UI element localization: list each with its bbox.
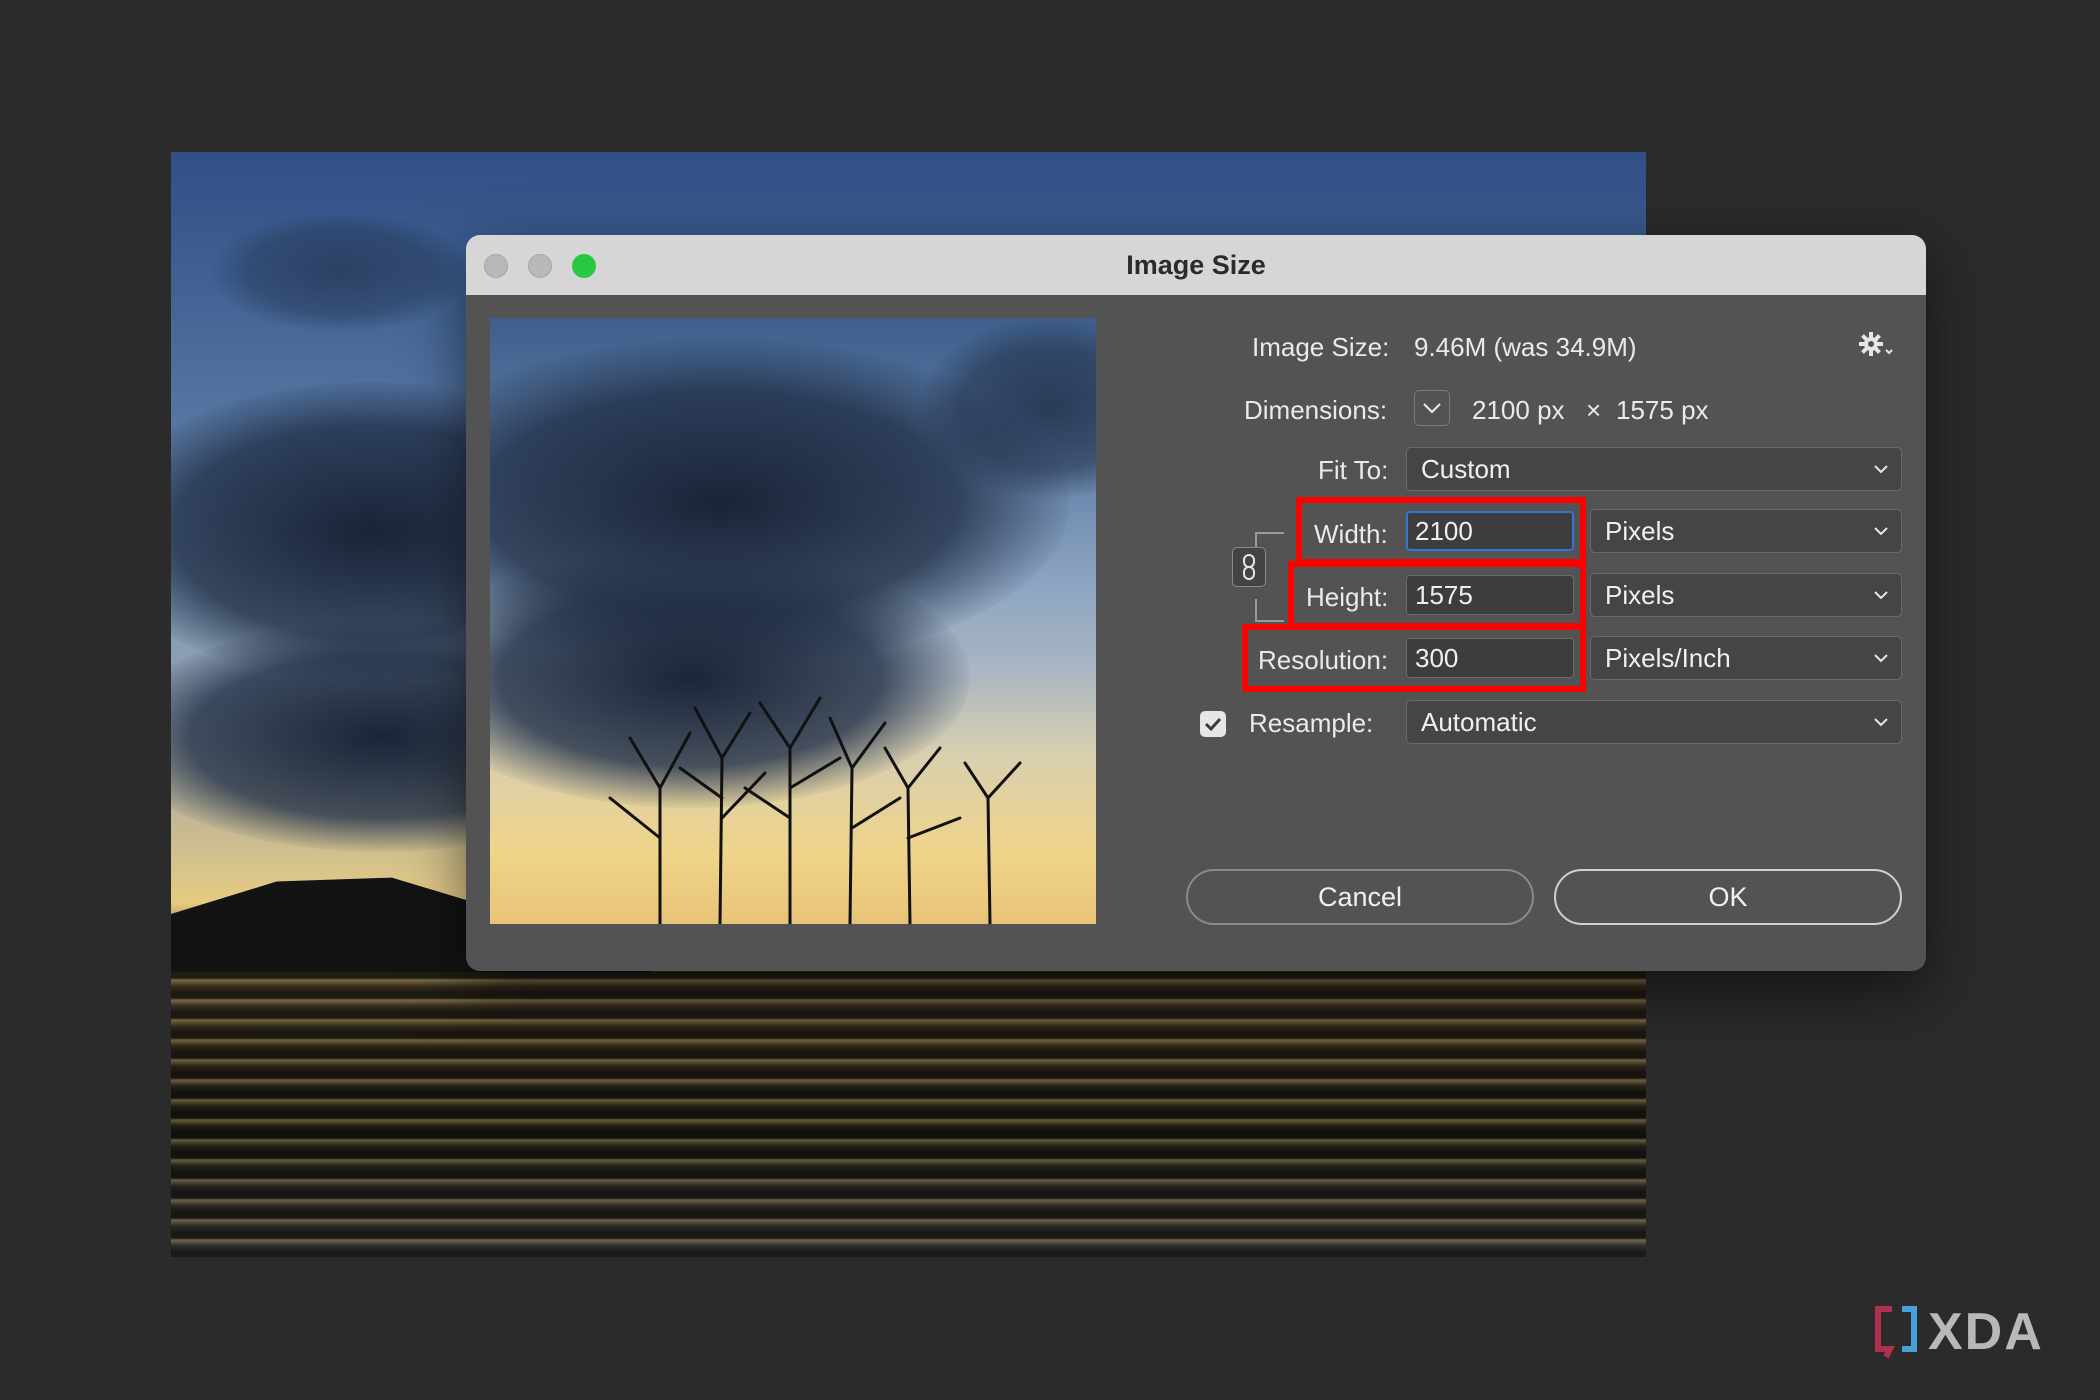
chevron-down-icon [1874, 654, 1888, 663]
resample-value: Automatic [1421, 707, 1537, 737]
close-window-button[interactable] [484, 254, 508, 278]
chevron-down-icon [1874, 465, 1888, 474]
chevron-down-icon [1423, 403, 1441, 414]
gear-icon[interactable] [1858, 331, 1894, 366]
resolution-unit-select[interactable]: Pixels/Inch [1590, 636, 1902, 680]
minimize-window-button[interactable] [528, 254, 552, 278]
image-size-label: Image Size: [1252, 332, 1390, 362]
height-unit-select[interactable]: Pixels [1590, 573, 1902, 617]
width-unit-value: Pixels [1605, 516, 1675, 546]
chevron-down-icon [1874, 591, 1888, 600]
dimensions-times: × [1586, 395, 1602, 425]
image-size-value: 9.46M (was 34.9M) [1414, 332, 1637, 362]
height-highlight-box [1288, 561, 1586, 629]
width-highlight-box [1296, 497, 1586, 565]
chevron-down-icon [1874, 718, 1888, 727]
dimensions-label: Dimensions: [1244, 395, 1388, 425]
image-size-dialog: Image Size Image Size: 9.46M (was 34.9M) [466, 235, 1926, 971]
resample-checkbox[interactable] [1200, 711, 1226, 737]
cancel-button[interactable]: Cancel [1186, 869, 1534, 925]
dimensions-height: 1575 px [1616, 395, 1709, 425]
dialog-title: Image Size [1126, 249, 1266, 280]
cloud [211, 212, 471, 332]
tree-silhouettes [608, 696, 1022, 924]
xda-wordmark: XDA [1928, 1303, 2044, 1361]
width-unit-select[interactable]: Pixels [1590, 509, 1902, 553]
xda-logo: XDA [1872, 1302, 2044, 1362]
fit-to-label: Fit To: [1318, 455, 1389, 485]
dimensions-width: 2100 px [1472, 395, 1565, 425]
resample-select[interactable]: Automatic [1406, 700, 1902, 744]
fit-to-select[interactable]: Custom [1406, 447, 1902, 491]
chain-link-icon[interactable] [1232, 547, 1266, 587]
checkmark-icon [1204, 717, 1222, 732]
resolution-highlight-box [1242, 624, 1586, 692]
resample-label: Resample: [1249, 708, 1374, 738]
lake-water [171, 972, 1646, 1257]
image-preview[interactable] [490, 318, 1096, 924]
title-bar: Image Size [466, 235, 1926, 295]
zoom-window-button[interactable] [572, 254, 596, 278]
dimensions-units-dropdown[interactable] [1414, 390, 1450, 426]
xda-bracket-icon [1875, 1306, 1917, 1359]
ok-button[interactable]: OK [1554, 869, 1902, 925]
chevron-down-icon [1874, 527, 1888, 536]
height-unit-value: Pixels [1605, 580, 1675, 610]
resolution-unit-value: Pixels/Inch [1605, 643, 1731, 673]
fit-to-value: Custom [1421, 454, 1511, 484]
